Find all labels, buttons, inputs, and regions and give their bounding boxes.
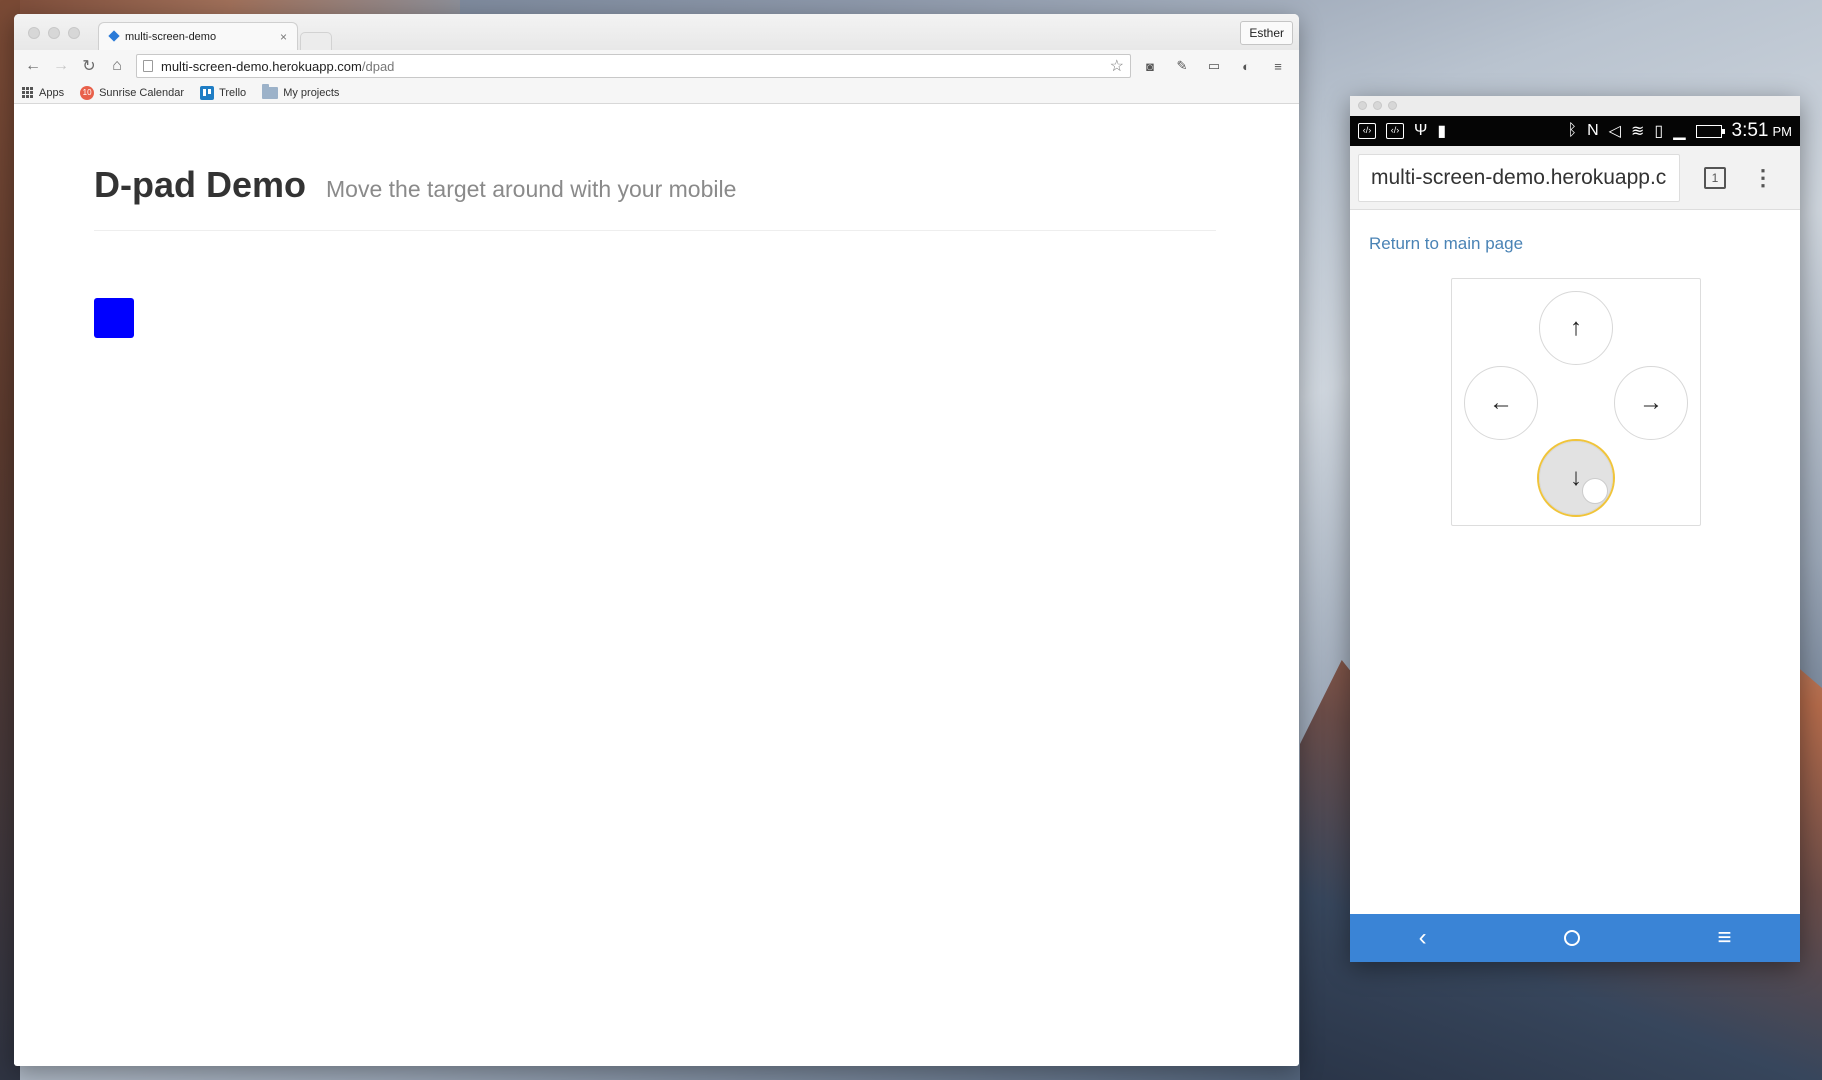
bookmark-my-projects[interactable]: My projects [262,83,340,99]
android-status-bar: ‹/› ‹/› Ψ ▮ ᛒ N ◁ ≋ ▯ ▁ 3:51 PM [1350,116,1800,146]
dev-icon: ‹/› [1386,123,1404,139]
page-subtitle: Move the target around with your mobile [326,176,737,202]
emulator-minimize-button[interactable] [1373,101,1382,110]
mobile-chrome-toolbar: multi-screen-demo.herokuapp.c 1 ⋮ [1350,146,1800,210]
bluetooth-icon: ᛒ [1567,122,1578,139]
android-nav-bar: ‹ ≡ [1350,914,1800,962]
sunrise-calendar-icon: 10 [80,85,95,100]
dpad-up-button[interactable]: ↑ [1539,291,1613,365]
trello-icon [200,85,215,100]
home-icon[interactable] [1563,930,1580,946]
nfc-icon: N [1587,122,1599,139]
dpad-right-button[interactable]: → [1614,366,1688,440]
minimize-window-button[interactable] [48,27,60,39]
return-to-main-link[interactable]: Return to main page [1369,234,1800,254]
chrome-menu-icon[interactable]: ≡ [1265,59,1291,74]
emulator-titlebar [1350,96,1800,116]
browser-toolbar: ← → ↻ ⌂ multi-screen-demo.herokuapp.com /… [14,50,1299,82]
back-icon[interactable]: ‹ [1419,924,1427,952]
reload-icon[interactable]: ↻ [78,56,100,76]
window-controls [28,27,80,39]
mobile-address-bar[interactable]: multi-screen-demo.herokuapp.c [1358,153,1680,202]
bookmark-label: My projects [283,86,340,99]
dpad-panel: ↑ ← → ↓ [1451,278,1701,526]
emulator-zoom-button[interactable] [1388,101,1397,110]
barcode-icon: ▮ [1437,123,1447,140]
battery-icon [1695,124,1725,138]
bookmark-label: Trello [219,86,247,99]
signal-icon: ▁ [1673,123,1686,140]
page-title: D-pad Demo [94,164,307,205]
page-header: D-pad Demo Move the target around with y… [94,164,1216,231]
tab-title: multi-screen-demo [125,30,217,43]
cast-icon[interactable]: ▭ [1201,58,1227,74]
usb-icon: Ψ [1414,122,1428,139]
url-host: multi-screen-demo.herokuapp.com [161,58,362,74]
bookmark-apps[interactable]: Apps [22,86,65,99]
pocket-extension-icon[interactable]: ◙ [1137,59,1163,74]
status-time: 3:51 [1731,120,1769,141]
home-icon[interactable]: ⌂ [106,57,128,75]
tab-switcher-button[interactable]: 1 [1704,166,1726,189]
browser-window: multi-screen-demo × Esther ← → ↻ ⌂ multi… [14,14,1299,1066]
address-bar[interactable]: multi-screen-demo.herokuapp.com/dpad ☆ [136,54,1131,78]
emulator-window-controls [1358,101,1397,110]
dpad-left-button[interactable]: ← [1464,366,1538,440]
apps-grid-icon [22,86,34,99]
tab-close-icon[interactable]: × [280,30,287,44]
status-icons: ᛒ N ◁ ≋ ▯ ▁ 3:51 PM [1568,120,1793,142]
phone-emulator-window: ‹/› ‹/› Ψ ▮ ᛒ N ◁ ≋ ▯ ▁ 3:51 PM multi-sc… [1350,96,1800,962]
dev-icon: ‹/› [1358,123,1376,139]
folder-icon [262,83,279,99]
zoom-window-button[interactable] [68,27,80,39]
bookmark-label: Sunrise Calendar [99,86,185,99]
tab-favicon-icon [109,31,121,43]
page-content: D-pad Demo Move the target around with y… [14,104,1299,1064]
profile-button[interactable]: Esther [1240,21,1293,45]
browser-tab[interactable]: multi-screen-demo × [98,22,298,50]
mute-icon: ◁ [1608,123,1621,140]
browser-titlebar: multi-screen-demo × Esther [14,14,1299,50]
menu-icon[interactable]: ≡ [1717,924,1731,952]
bookmark-sunrise-calendar[interactable]: 10 Sunrise Calendar [80,85,185,100]
close-window-button[interactable] [28,27,40,39]
bookmark-trello[interactable]: Trello [200,85,247,100]
bookmark-star-icon[interactable]: ☆ [1110,56,1124,76]
sim-icon: ▯ [1654,123,1664,140]
back-arrow-icon[interactable]: ← [22,57,44,75]
bookmark-label: Apps [39,86,65,99]
wifi-icon: ≋ [1630,123,1645,140]
new-tab-button[interactable] [300,32,332,50]
overflow-menu-icon[interactable]: ⋮ [1752,166,1774,189]
emulator-close-button[interactable] [1358,101,1367,110]
status-ampm: PM [1772,123,1793,139]
page-icon [143,60,153,72]
extension-icon[interactable]: ◐ [1233,59,1259,74]
forward-arrow-icon[interactable]: → [50,57,72,75]
url-path: /dpad [361,58,395,74]
bookmarks-bar: Apps 10 Sunrise Calendar Trello My proje… [14,82,1299,104]
target-square [94,298,134,338]
evernote-extension-icon[interactable]: ✎ [1169,58,1195,74]
dpad-down-button[interactable]: ↓ [1537,439,1615,517]
